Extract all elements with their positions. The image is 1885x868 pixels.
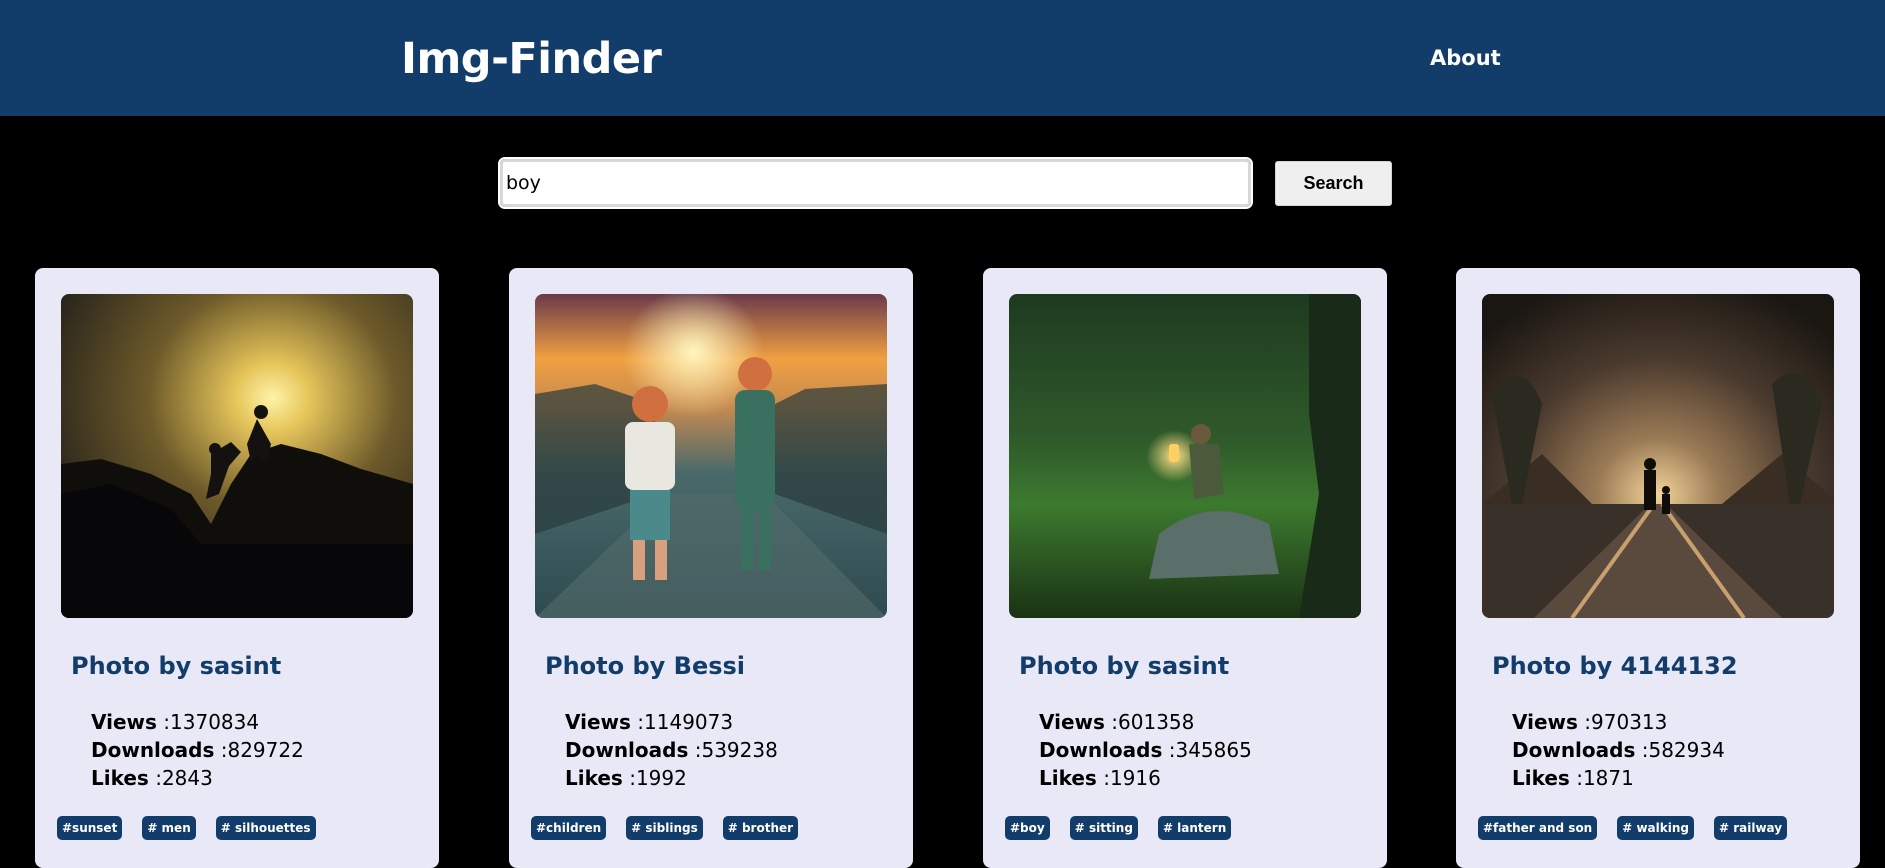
- card-title: Photo by sasint: [1019, 652, 1230, 680]
- downloads-label: Downloads: [1039, 738, 1163, 762]
- image-card: Photo by 4144132 Views :970313 Downloads…: [1456, 268, 1860, 868]
- card-stats: Views :601358 Downloads :345865 Likes :1…: [1039, 710, 1252, 794]
- views-value: :601358: [1111, 710, 1195, 734]
- views-label: Views: [1039, 710, 1105, 734]
- card-stats: Views :970313 Downloads :582934 Likes :1…: [1512, 710, 1725, 794]
- likes-value: :1871: [1576, 766, 1634, 790]
- likes-label: Likes: [1039, 766, 1097, 790]
- tag[interactable]: # sitting: [1069, 816, 1138, 840]
- card-title: Photo by 4144132: [1492, 652, 1738, 680]
- card-photo[interactable]: [1482, 294, 1834, 618]
- navbar: Img-Finder About: [0, 0, 1885, 116]
- likes-value: :1916: [1103, 766, 1161, 790]
- card-title: Photo by Bessi: [545, 652, 746, 680]
- brand-logo[interactable]: Img-Finder: [401, 34, 662, 84]
- downloads-label: Downloads: [91, 738, 215, 762]
- tag-list: #children # siblings # brother: [531, 816, 818, 840]
- tag[interactable]: #sunset: [57, 816, 123, 840]
- tag[interactable]: # silhouettes: [215, 816, 316, 840]
- downloads-value: :539238: [694, 738, 778, 762]
- downloads-value: :829722: [220, 738, 304, 762]
- likes-value: :1992: [629, 766, 687, 790]
- downloads-label: Downloads: [1512, 738, 1636, 762]
- tag[interactable]: # brother: [722, 816, 799, 840]
- card-photo[interactable]: [61, 294, 413, 618]
- card-stats: Views :1370834 Downloads :829722 Likes :…: [91, 710, 304, 794]
- image-card: Photo by sasint Views :601358 Downloads …: [983, 268, 1387, 868]
- tag-list: #boy # sitting # lantern: [1005, 816, 1251, 840]
- likes-value: :2843: [155, 766, 213, 790]
- likes-label: Likes: [1512, 766, 1570, 790]
- views-value: :1149073: [637, 710, 734, 734]
- card-photo[interactable]: [535, 294, 887, 618]
- likes-label: Likes: [91, 766, 149, 790]
- tag-list: #sunset # men # silhouettes: [57, 816, 336, 840]
- tag-list: #father and son # walking # railway: [1478, 816, 1807, 840]
- views-label: Views: [1512, 710, 1578, 734]
- tag[interactable]: # siblings: [626, 816, 703, 840]
- tag[interactable]: #boy: [1005, 816, 1050, 840]
- downloads-value: :345865: [1168, 738, 1252, 762]
- tag[interactable]: # lantern: [1157, 816, 1232, 840]
- image-card: Photo by sasint Views :1370834 Downloads…: [35, 268, 439, 868]
- downloads-value: :582934: [1641, 738, 1725, 762]
- search-input[interactable]: [498, 157, 1253, 209]
- downloads-label: Downloads: [565, 738, 689, 762]
- card-stats: Views :1149073 Downloads :539238 Likes :…: [565, 710, 778, 794]
- image-card: Photo by Bessi Views :1149073 Downloads …: [509, 268, 913, 868]
- views-label: Views: [565, 710, 631, 734]
- search-button[interactable]: Search: [1275, 161, 1392, 206]
- tag[interactable]: #father and son: [1478, 816, 1598, 840]
- likes-label: Likes: [565, 766, 623, 790]
- tag[interactable]: # walking: [1617, 816, 1694, 840]
- views-value: :970313: [1584, 710, 1668, 734]
- tag[interactable]: # railway: [1714, 816, 1788, 840]
- tag[interactable]: #children: [531, 816, 607, 840]
- card-title: Photo by sasint: [71, 652, 282, 680]
- card-photo[interactable]: [1009, 294, 1361, 618]
- tag[interactable]: # men: [142, 816, 196, 840]
- views-label: Views: [91, 710, 157, 734]
- nav-about-link[interactable]: About: [1430, 46, 1501, 70]
- views-value: :1370834: [163, 710, 260, 734]
